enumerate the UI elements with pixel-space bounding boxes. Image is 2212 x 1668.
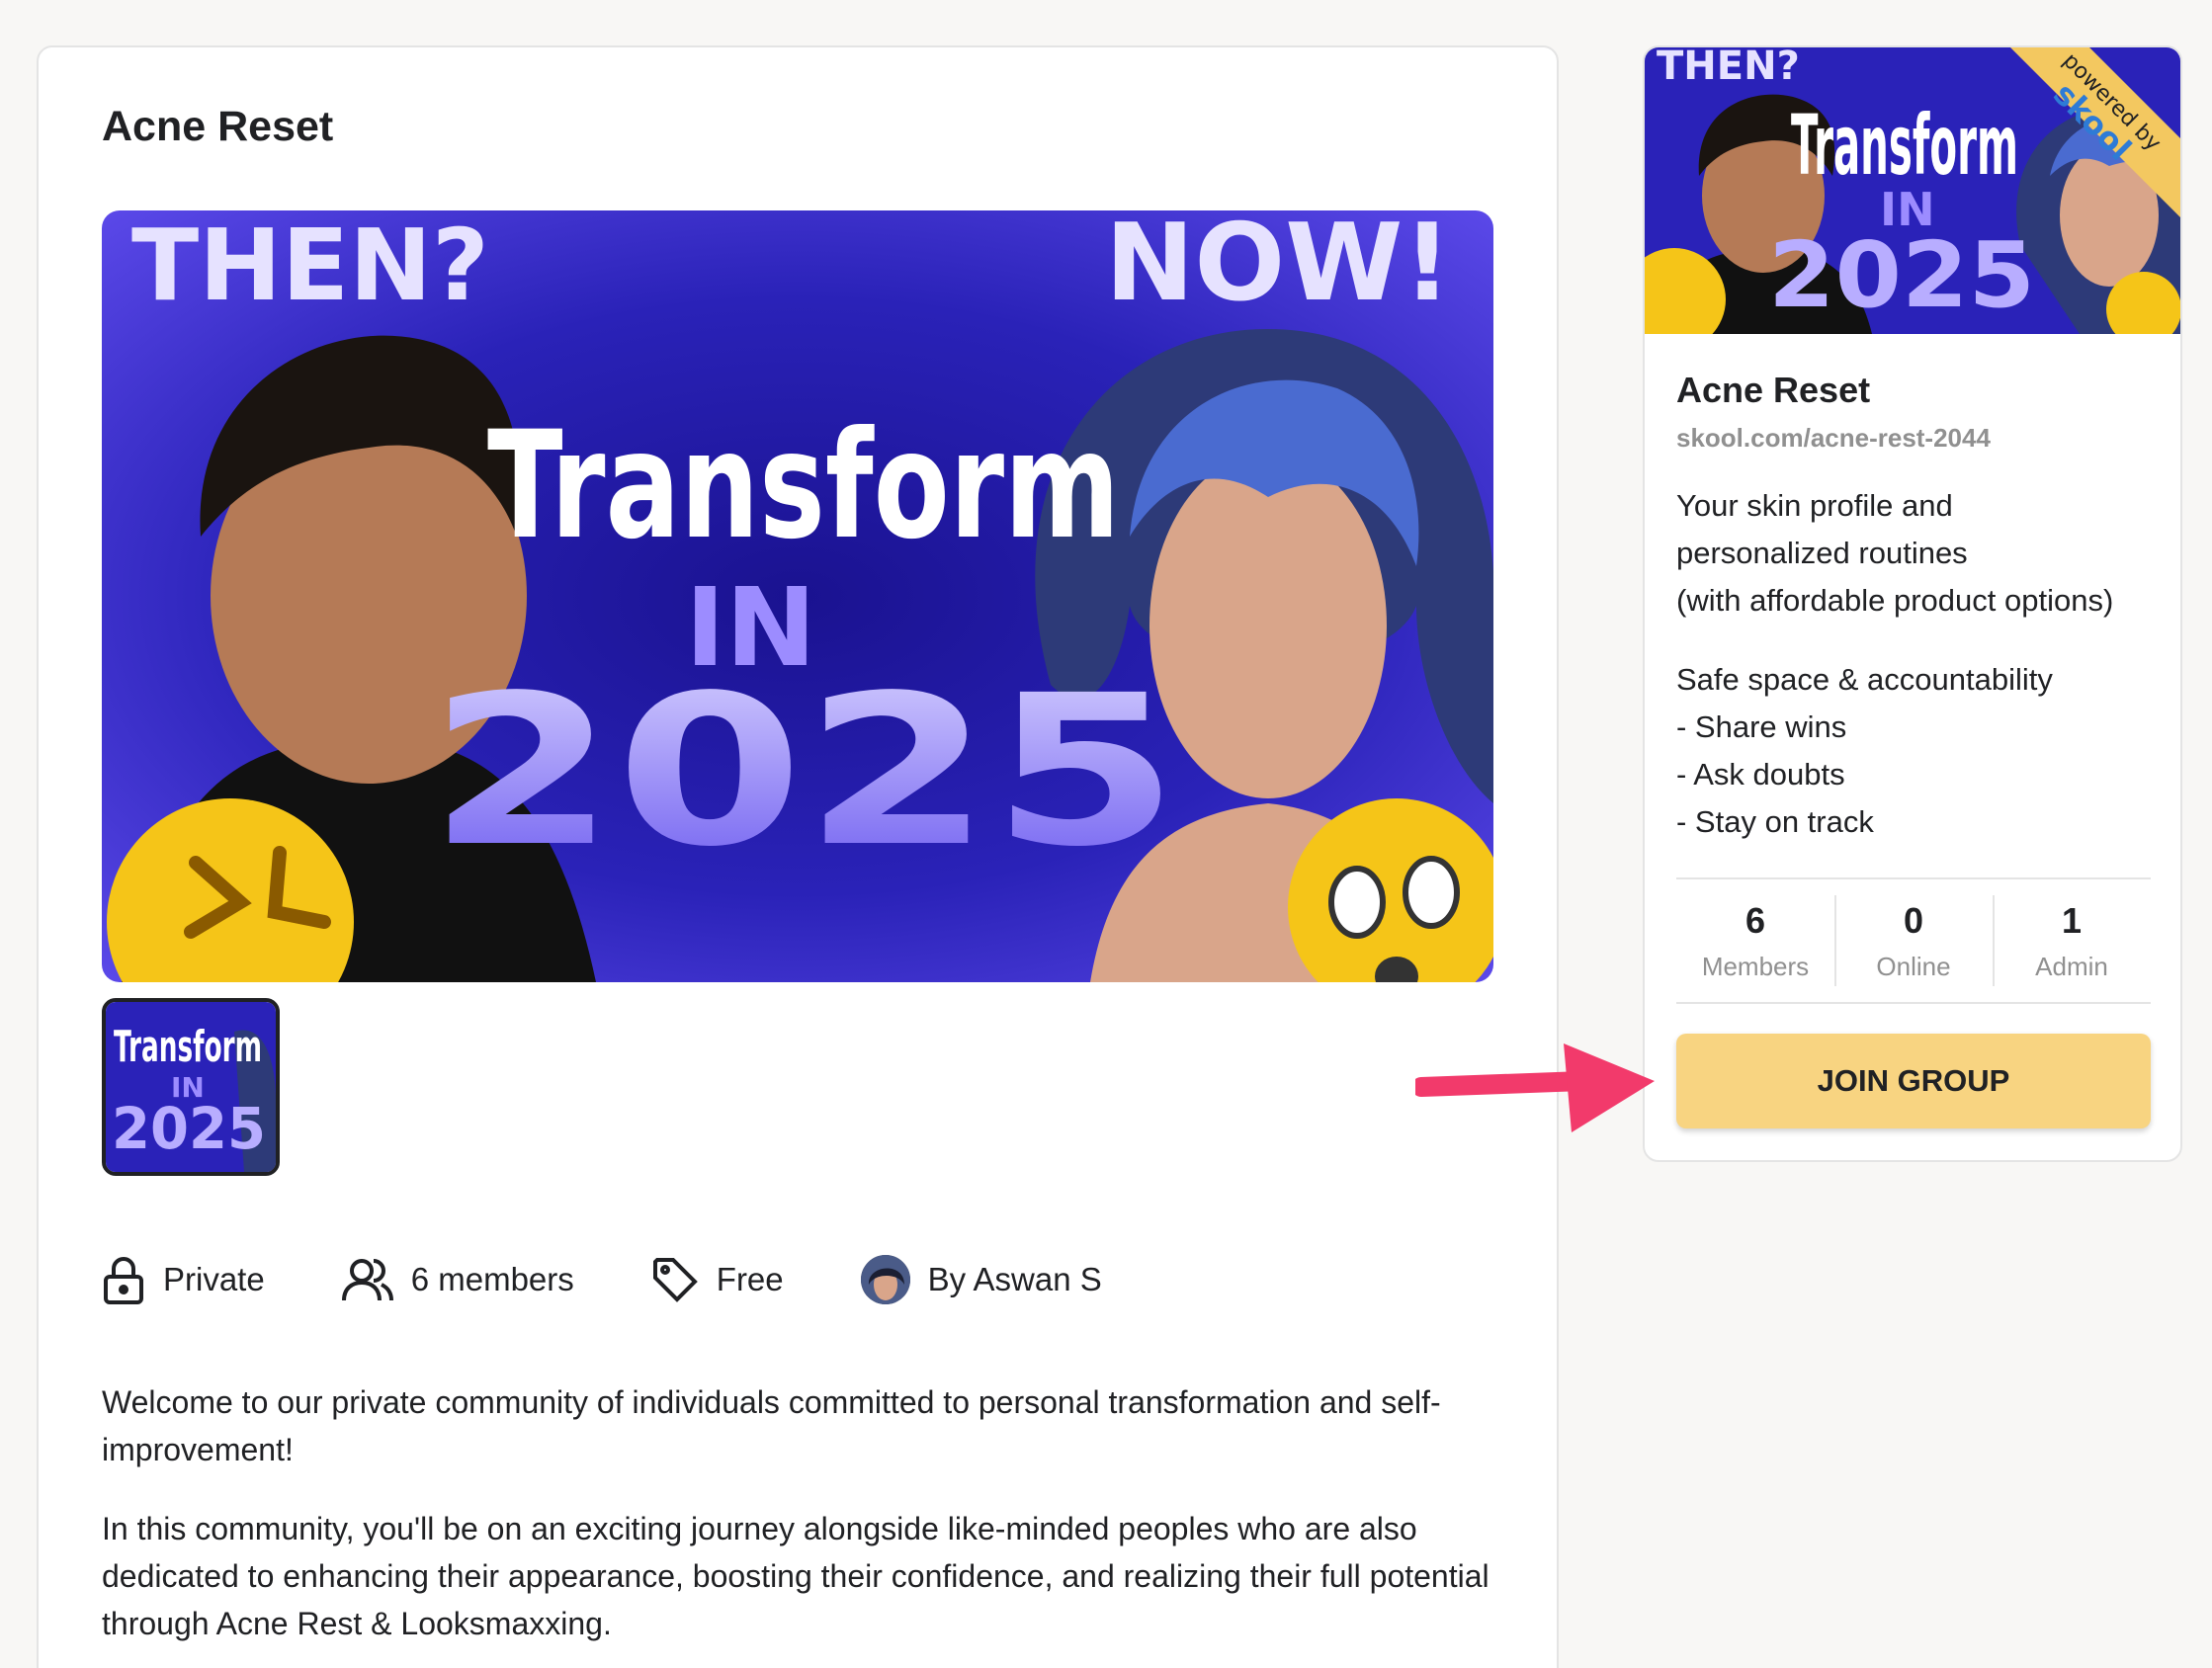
group-meta-row: Private 6 members Free By Aswan S xyxy=(102,1250,1179,1309)
privacy-meta: Private xyxy=(102,1255,265,1304)
hero-text-year: 2025 xyxy=(428,650,1179,892)
page-title: Acne Reset xyxy=(102,103,334,150)
hero-text-then: THEN? xyxy=(131,210,489,323)
tag-icon xyxy=(652,1258,698,1302)
cover-image: THEN? NOW! Transform IN 2025 xyxy=(102,210,1493,982)
stat-admin-label: Admin xyxy=(2035,951,2108,981)
hero-text-now: NOW! xyxy=(1105,210,1452,325)
price-label: Free xyxy=(716,1261,784,1297)
owner-avatar[interactable] xyxy=(860,1255,910,1304)
sidebar-description: Your skin profile and personalized routi… xyxy=(1676,482,2161,846)
owner-label[interactable]: By Aswan S xyxy=(928,1261,1102,1298)
stat-online[interactable]: 0 Online xyxy=(1834,879,1993,1002)
group-sidebar-card: THEN? Transform IN 2025 powered by skool… xyxy=(1643,45,2182,1162)
group-description: Welcome to our private community of indi… xyxy=(102,1378,1505,1668)
cover-thumbnail[interactable]: Transform IN 2025 xyxy=(102,998,280,1176)
sidebar-description-line: - Ask doubts xyxy=(1676,757,1845,792)
sidebar-description-line: (with affordable product options) xyxy=(1676,583,2114,618)
description-paragraph: Welcome to our private community of indi… xyxy=(102,1384,1441,1467)
banner-text-then: THEN? xyxy=(1657,47,1800,89)
thumb-text-year: 2025 xyxy=(112,1095,266,1162)
sidebar-description-gap xyxy=(1676,625,2161,656)
thumb-text-transform: Transform xyxy=(114,1022,262,1072)
arrow-icon xyxy=(1415,1043,1655,1132)
stat-members-value: 6 xyxy=(1744,899,1766,941)
owner-meta[interactable]: By Aswan S xyxy=(860,1255,1102,1304)
sidebar-group-url[interactable]: skool.com/acne-rest-2044 xyxy=(1676,423,1991,454)
privacy-label: Private xyxy=(163,1261,265,1297)
stat-members-label: Members xyxy=(1701,951,1810,981)
stat-admin[interactable]: 1 Admin xyxy=(1993,879,2151,1002)
lock-icon xyxy=(104,1257,143,1304)
hero-text-transform: Transform xyxy=(487,400,1120,572)
stat-admin-value: 1 xyxy=(2061,899,2083,941)
sidebar-description-line: - Stay on track xyxy=(1676,804,1874,839)
members-icon xyxy=(341,1259,393,1301)
members-meta[interactable]: 6 members xyxy=(341,1257,574,1302)
members-label: 6 members xyxy=(410,1261,574,1297)
banner-text-transform: Transform xyxy=(1791,97,2018,194)
sidebar-description-line: Safe space & accountability xyxy=(1676,662,2053,697)
sidebar-group-name: Acne Reset xyxy=(1676,370,1871,410)
sidebar-description-line: Your skin profile and xyxy=(1676,488,1953,523)
price-meta: Free xyxy=(651,1256,784,1303)
join-group-button[interactable]: JOIN GROUP xyxy=(1676,1034,2151,1128)
stat-online-label: Online xyxy=(1876,951,1951,981)
banner-text-year: 2025 xyxy=(1768,222,2035,328)
sidebar-description-line: - Share wins xyxy=(1676,709,1847,744)
stat-members[interactable]: 6 Members xyxy=(1676,879,1834,1002)
sidebar-banner-image: THEN? Transform IN 2025 powered by skool xyxy=(1645,47,2180,334)
sidebar-description-line: personalized routines xyxy=(1676,536,1968,570)
group-stats: 6 Members 0 Online 1 Admin xyxy=(1676,877,2151,1004)
stat-online-value: 0 xyxy=(1903,899,1924,941)
description-paragraph: In this community, you'll be on an excit… xyxy=(102,1511,1489,1641)
